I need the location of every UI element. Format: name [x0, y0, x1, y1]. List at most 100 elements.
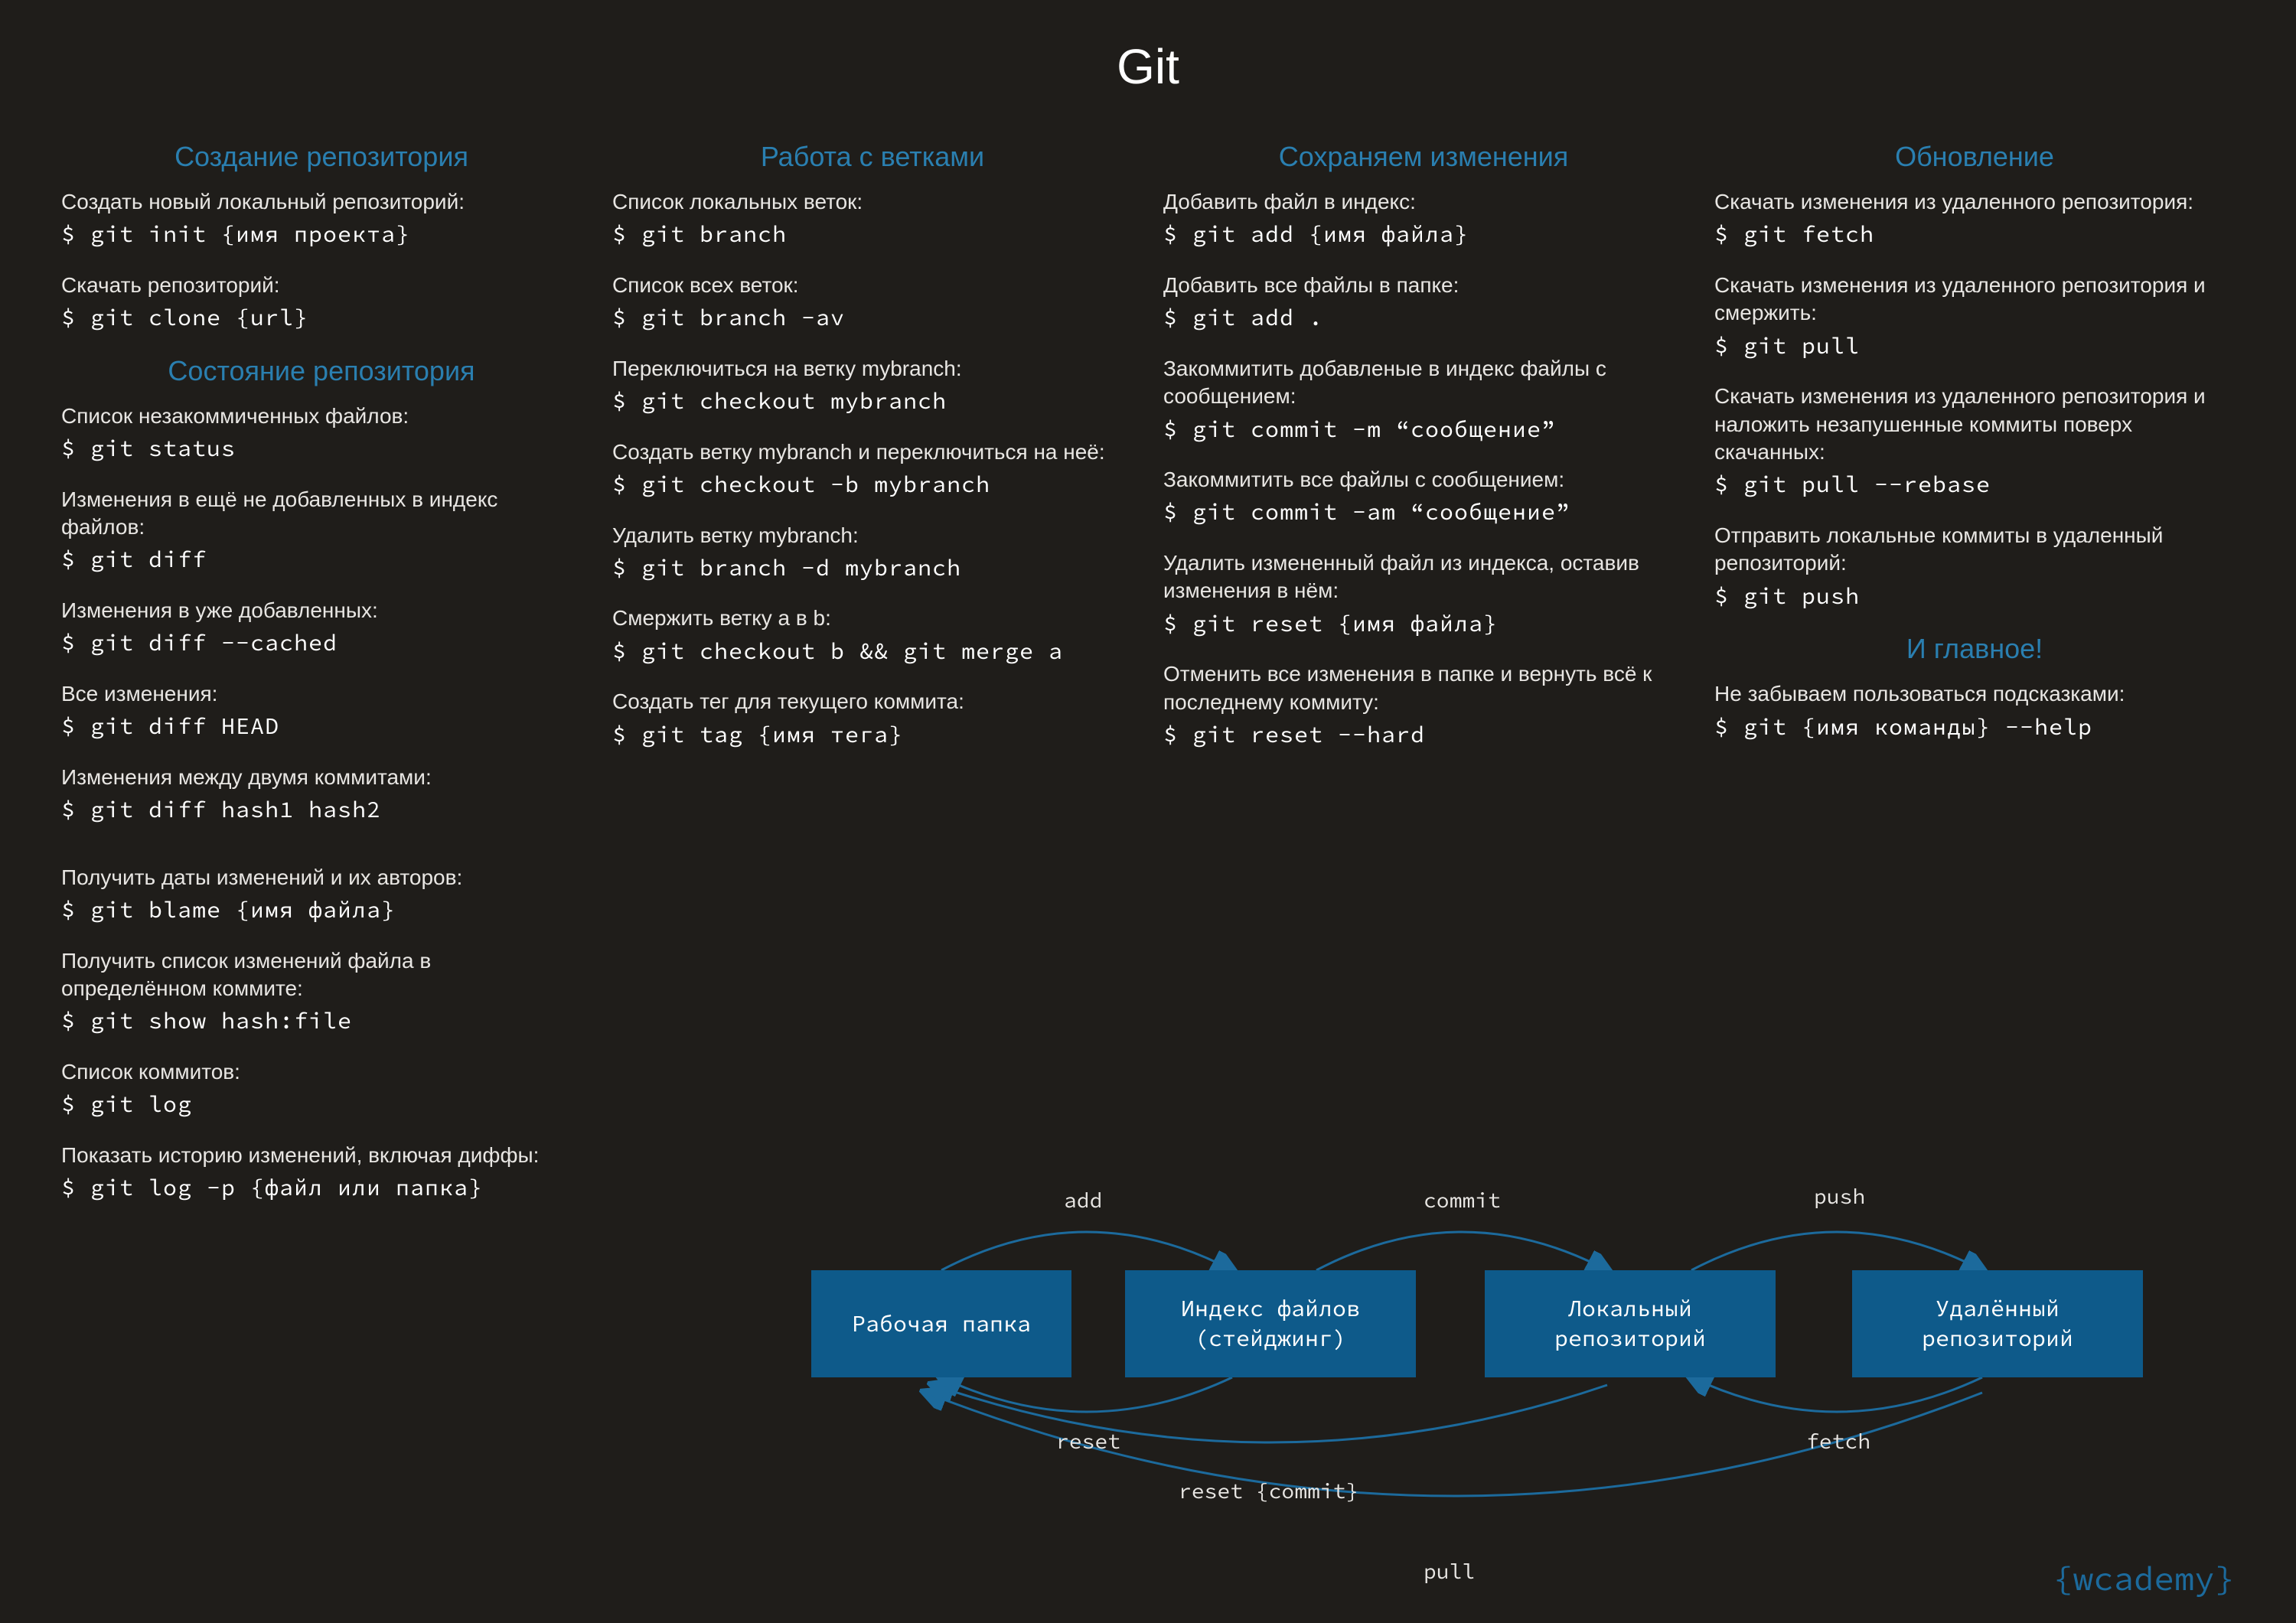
cheat-item: Скачать изменения из удаленного репозито… [1714, 383, 2235, 500]
item-desc: Закоммитить добавленые в индекс файлы с … [1163, 355, 1684, 411]
columns-container: Создание репозитория Создать новый локал… [61, 133, 2235, 1225]
cheat-item: Добавить все файлы в папке: $ git add . [1163, 272, 1684, 334]
cheat-item: Изменения между двумя коммитами: $ git d… [61, 764, 582, 826]
cheat-item: Не забываем пользоваться подсказками: $ … [1714, 680, 2235, 742]
column-1: Работа с ветками Список локальных веток:… [612, 133, 1133, 1225]
cheat-item: Создать тег для текущего коммита: $ git … [612, 688, 1133, 750]
brand-logo: {wcademy} [2053, 1558, 2235, 1600]
diagram-label-reset-commit: reset {commit} [1179, 1477, 1358, 1504]
item-desc: Смержить ветку a в b: [612, 605, 1133, 632]
item-cmd: $ git checkout mybranch [612, 386, 1133, 417]
cheat-item: Удалить измененный файл из индекса, оста… [1163, 549, 1684, 639]
item-desc: Изменения в уже добавленных: [61, 597, 582, 624]
item-cmd: $ git status [61, 433, 582, 464]
cheat-item: Скачать репозиторий: $ git clone {url} [61, 272, 582, 334]
item-desc: Отправить локальные коммиты в удаленный … [1714, 522, 2235, 578]
item-desc: Список коммитов: [61, 1058, 582, 1086]
item-cmd: $ git checkout b && git merge a [612, 636, 1133, 667]
item-cmd: $ git tag {имя тега} [612, 719, 1133, 751]
cheat-item: Скачать изменения из удаленного репозито… [1714, 272, 2235, 361]
cheat-item: Список локальных веток: $ git branch [612, 188, 1133, 250]
cheat-item: Список всех веток: $ git branch -av [612, 272, 1133, 334]
cheat-item: Закоммитить добавленые в индекс файлы с … [1163, 355, 1684, 445]
diagram-label-reset: reset [1056, 1427, 1120, 1455]
section-title: Работа с ветками [612, 141, 1133, 173]
section-title: И главное! [1714, 633, 2235, 665]
item-cmd: $ git pull --rebase [1714, 469, 2235, 500]
item-cmd: $ git init {имя проекта} [61, 219, 582, 250]
item-desc: Создать ветку mybranch и переключиться н… [612, 438, 1133, 466]
item-desc: Изменения в ещё не добавленных в индекс … [61, 486, 582, 542]
cheat-item: Скачать изменения из удаленного репозито… [1714, 188, 2235, 250]
item-cmd: $ git diff HEAD [61, 711, 582, 742]
item-desc: Закоммитить все файлы с сообщением: [1163, 466, 1684, 494]
column-0: Создание репозитория Создать новый локал… [61, 133, 582, 1225]
item-cmd: $ git push [1714, 581, 2235, 612]
diagram-box-remote: Удалённый репозиторий [1852, 1270, 2143, 1377]
cheat-item: Отменить все изменения в папке и вернуть… [1163, 660, 1684, 750]
column-3: Обновление Скачать изменения из удаленно… [1714, 133, 2235, 1225]
item-cmd: $ git diff hash1 hash2 [61, 794, 582, 826]
cheat-item: Отправить локальные коммиты в удаленный … [1714, 522, 2235, 611]
item-cmd: $ git log -p {файл или папка} [61, 1172, 582, 1204]
item-cmd: $ git reset --hard [1163, 719, 1684, 751]
item-cmd: $ git add . [1163, 302, 1684, 334]
diagram-label-pull: pull [1424, 1557, 1475, 1585]
diagram-arrows [781, 1171, 2235, 1599]
item-cmd: $ git commit -m “сообщение” [1163, 414, 1684, 445]
cheat-item: Создать новый локальный репозиторий: $ g… [61, 188, 582, 250]
diagram-box-index: Индекс файлов (стейджинг) [1125, 1270, 1416, 1377]
item-desc: Показать историю изменений, включая дифф… [61, 1142, 582, 1169]
item-cmd: $ git branch -d mybranch [612, 552, 1133, 584]
item-cmd: $ git add {имя файла} [1163, 219, 1684, 250]
item-desc: Добавить файл в индекс: [1163, 188, 1684, 216]
item-desc: Удалить измененный файл из индекса, оста… [1163, 549, 1684, 605]
section-title: Состояние репозитория [61, 355, 582, 387]
diagram-box-local: Локальный репозиторий [1485, 1270, 1776, 1377]
diagram-box-working: Рабочая папка [811, 1270, 1071, 1377]
item-cmd: $ git show hash:file [61, 1005, 582, 1037]
item-desc: Скачать изменения из удаленного репозито… [1714, 383, 2235, 466]
diagram-label-commit: commit [1424, 1186, 1501, 1214]
item-desc: Список всех веток: [612, 272, 1133, 299]
item-desc: Добавить все файлы в папке: [1163, 272, 1684, 299]
item-desc: Не забываем пользоваться подсказками: [1714, 680, 2235, 708]
item-desc: Получить даты изменений и их авторов: [61, 864, 582, 891]
section-title: Сохраняем изменения [1163, 141, 1684, 173]
cheat-item: Переключиться на ветку mybranch: $ git c… [612, 355, 1133, 417]
cheat-item: Изменения в ещё не добавленных в индекс … [61, 486, 582, 575]
item-cmd: $ git checkout -b mybranch [612, 469, 1133, 500]
item-cmd: $ git branch [612, 219, 1133, 250]
cheat-item: Добавить файл в индекс: $ git add {имя ф… [1163, 188, 1684, 250]
section-title: Создание репозитория [61, 141, 582, 173]
item-desc: Получить список изменений файла в опреде… [61, 947, 582, 1003]
item-desc: Изменения между двумя коммитами: [61, 764, 582, 791]
item-desc: Все изменения: [61, 680, 582, 708]
cheat-item: Показать историю изменений, включая дифф… [61, 1142, 582, 1204]
cheat-item: Получить список изменений файла в опреде… [61, 947, 582, 1037]
item-desc: Скачать изменения из удаленного репозито… [1714, 188, 2235, 216]
item-cmd: $ git pull [1714, 331, 2235, 362]
item-desc: Удалить ветку mybranch: [612, 522, 1133, 549]
diagram-label-push: push [1814, 1182, 1865, 1210]
item-cmd: $ git branch -av [612, 302, 1133, 334]
cheat-item: Удалить ветку mybranch: $ git branch -d … [612, 522, 1133, 584]
item-cmd: $ git commit -am “сообщение” [1163, 497, 1684, 528]
item-desc: Переключиться на ветку mybranch: [612, 355, 1133, 383]
item-cmd: $ git fetch [1714, 219, 2235, 250]
item-desc: Создать новый локальный репозиторий: [61, 188, 582, 216]
item-desc: Создать тег для текущего коммита: [612, 688, 1133, 715]
cheat-item: Получить даты изменений и их авторов: $ … [61, 864, 582, 926]
cheat-item: Все изменения: $ git diff HEAD [61, 680, 582, 742]
item-desc: Скачать репозиторий: [61, 272, 582, 299]
item-desc: Список незакоммиченных файлов: [61, 402, 582, 430]
section-title: Обновление [1714, 141, 2235, 173]
cheat-item: Список незакоммиченных файлов: $ git sta… [61, 402, 582, 464]
item-cmd: $ git diff --cached [61, 627, 582, 659]
cheat-item: Смержить ветку a в b: $ git checkout b &… [612, 605, 1133, 666]
item-cmd: $ git clone {url} [61, 302, 582, 334]
diagram-label-add: add [1064, 1186, 1102, 1214]
cheat-item: Создать ветку mybranch и переключиться н… [612, 438, 1133, 500]
page-title: Git [61, 38, 2235, 95]
item-desc: Отменить все изменения в папке и вернуть… [1163, 660, 1684, 716]
